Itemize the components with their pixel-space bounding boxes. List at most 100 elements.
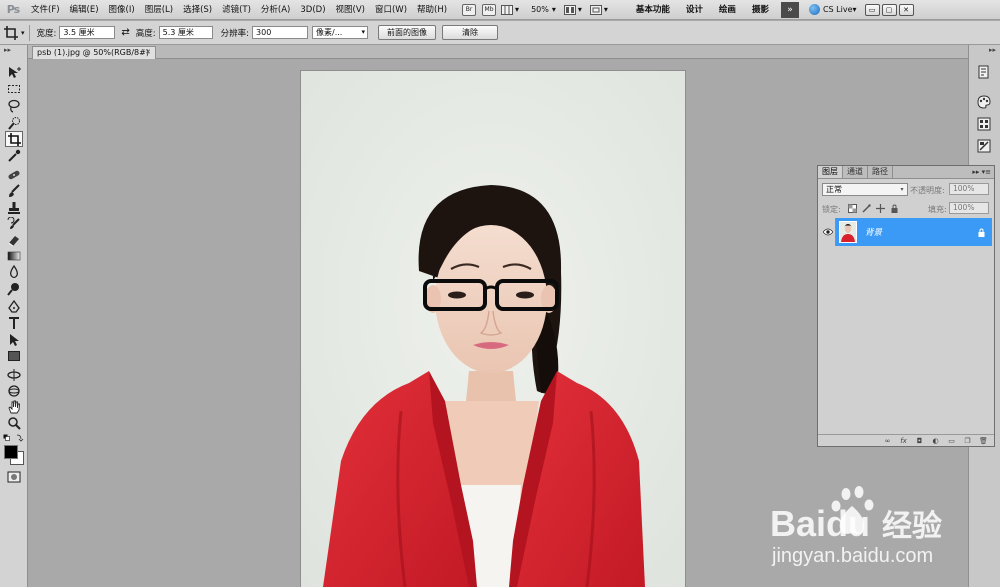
- zoom-dropdown[interactable]: 50% ▾: [531, 5, 556, 14]
- document-tab[interactable]: psb (1).jpg @ 50%(RGB/8#) ✕: [32, 46, 156, 59]
- tab-channels[interactable]: 通道: [843, 166, 868, 178]
- menu-file[interactable]: 文件(F): [26, 0, 65, 20]
- width-label: 宽度:: [36, 28, 57, 39]
- screen-mode-dropdown[interactable]: ▾: [589, 4, 608, 15]
- lock-position-icon[interactable]: [876, 203, 885, 213]
- menu-filter[interactable]: 滤镜(T): [217, 0, 256, 20]
- close-window-button[interactable]: ✕: [898, 3, 914, 16]
- dodge-tool[interactable]: [5, 281, 23, 297]
- marquee-tool[interactable]: [5, 81, 23, 97]
- foreground-color-swatch[interactable]: [4, 445, 18, 459]
- fill-input[interactable]: 100%: [949, 202, 989, 214]
- grid-icon: [501, 4, 514, 15]
- blend-mode-select[interactable]: 正常 ▾: [822, 183, 908, 196]
- clear-button[interactable]: 清除: [442, 25, 499, 40]
- 3d-orbit-tool[interactable]: [5, 383, 23, 399]
- menu-edit[interactable]: 编辑(E): [65, 0, 104, 20]
- portrait-photo: [301, 71, 685, 587]
- history-brush-tool[interactable]: [5, 216, 23, 232]
- menu-image[interactable]: 图像(I): [104, 0, 140, 20]
- view-extras-dropdown[interactable]: ▾: [501, 4, 519, 15]
- lock-all-icon[interactable]: [890, 204, 899, 213]
- layer-visibility-toggle[interactable]: [820, 218, 836, 246]
- opacity-input[interactable]: 100%: [949, 183, 989, 195]
- eyedropper-tool[interactable]: [5, 148, 23, 164]
- layer-style-icon[interactable]: fx: [899, 437, 908, 445]
- adjustments-icon: [977, 139, 991, 153]
- zoom-tool[interactable]: [5, 415, 23, 431]
- menu-window[interactable]: 窗口(W): [370, 0, 412, 20]
- maximize-button[interactable]: ▢: [881, 3, 897, 16]
- brush-tool[interactable]: [5, 183, 23, 199]
- menu-analysis[interactable]: 分析(A): [256, 0, 295, 20]
- cs-live-button[interactable]: CS Live▾: [808, 4, 857, 15]
- new-group-icon[interactable]: ▭: [947, 437, 956, 445]
- crop-tool[interactable]: [5, 131, 23, 147]
- front-image-button[interactable]: 前面的图像: [378, 25, 437, 40]
- 3d-rotate-tool[interactable]: [5, 367, 23, 383]
- height-input[interactable]: 5.3 厘米: [158, 26, 213, 39]
- eye-icon: [822, 228, 833, 236]
- brush-icon: [9, 184, 20, 197]
- arrange-documents-dropdown[interactable]: ▾: [563, 4, 582, 15]
- more-workspaces-button[interactable]: »: [780, 1, 799, 18]
- spot-healing-tool[interactable]: [5, 167, 23, 183]
- tab-layers[interactable]: 图层: [818, 166, 843, 178]
- move-tool[interactable]: [5, 65, 23, 81]
- lock-pixels-icon[interactable]: [862, 203, 871, 213]
- menu-layer[interactable]: 图层(L): [140, 0, 178, 20]
- menu-view[interactable]: 视图(V): [331, 0, 370, 20]
- menu-select[interactable]: 选择(S): [178, 0, 217, 20]
- adjustment-layer-icon[interactable]: ◐: [931, 437, 940, 445]
- type-tool[interactable]: [5, 315, 23, 331]
- blur-tool[interactable]: [5, 264, 23, 280]
- resolution-unit-select[interactable]: 像素/... ▾: [312, 26, 369, 39]
- close-tab-icon[interactable]: ✕: [144, 48, 152, 56]
- tab-paths[interactable]: 路径: [868, 166, 893, 178]
- gradient-tool[interactable]: [5, 248, 23, 264]
- layer-row-background[interactable]: 背景: [820, 218, 992, 246]
- lock-transparent-icon[interactable]: [848, 203, 857, 213]
- menu-3d[interactable]: 3D(D): [295, 0, 330, 20]
- panel-grip[interactable]: ▸▸: [4, 47, 24, 54]
- color-panel-button[interactable]: [976, 95, 992, 109]
- mini-bridge-button[interactable]: Mb: [482, 3, 497, 16]
- crop-tool-preset[interactable]: ▾: [4, 25, 25, 40]
- fill-label: 填充:: [928, 205, 947, 214]
- clone-stamp-tool[interactable]: [5, 200, 23, 216]
- resolution-input[interactable]: 300: [252, 26, 309, 39]
- 3d-orbit-icon: [8, 385, 20, 397]
- pen-tool[interactable]: [5, 299, 23, 315]
- workspace-photography[interactable]: 摄影: [744, 0, 777, 20]
- lasso-tool[interactable]: [5, 98, 23, 114]
- resolution-unit-value: 像素/...: [316, 28, 343, 37]
- default-colors-toggle[interactable]: [3, 434, 25, 442]
- delete-layer-icon[interactable]: 🗑: [979, 437, 988, 445]
- layers-panel: 图层 通道 路径 ▸▸ ▾≡ 正常 ▾ 不透明度: 100% 锁定: 填充: 1…: [817, 165, 995, 447]
- swatches-panel-button[interactable]: [976, 117, 992, 131]
- shape-tool[interactable]: [5, 348, 23, 364]
- quick-selection-tool[interactable]: [5, 115, 23, 131]
- minimize-button[interactable]: ▭: [864, 3, 880, 16]
- mini-bridge-panel-button[interactable]: [976, 65, 992, 79]
- quick-mask-button[interactable]: [5, 469, 23, 485]
- quick-mask-icon: [7, 471, 21, 483]
- menu-help[interactable]: 帮助(H): [412, 0, 452, 20]
- new-layer-icon[interactable]: ❐: [963, 437, 972, 445]
- lock-options: [848, 203, 918, 213]
- width-input[interactable]: 3.5 厘米: [59, 26, 116, 39]
- adjustments-panel-button[interactable]: [976, 139, 992, 153]
- panel-menu-button[interactable]: ▸▸ ▾≡: [972, 166, 994, 178]
- hand-tool[interactable]: [5, 399, 23, 415]
- workspace-painting[interactable]: 绘画: [711, 0, 744, 20]
- eraser-tool[interactable]: [5, 232, 23, 248]
- link-layers-icon[interactable]: ∞: [883, 437, 892, 445]
- path-selection-tool[interactable]: [5, 332, 23, 348]
- add-mask-icon[interactable]: ◘: [915, 437, 924, 445]
- collapse-dock-button[interactable]: ▸▸: [972, 47, 996, 54]
- bridge-button[interactable]: Br: [462, 3, 477, 16]
- swap-dimensions-button[interactable]: ⇄: [121, 27, 129, 38]
- document-canvas[interactable]: [301, 71, 685, 587]
- workspace-essentials[interactable]: 基本功能: [628, 0, 678, 20]
- workspace-design[interactable]: 设计: [678, 0, 711, 20]
